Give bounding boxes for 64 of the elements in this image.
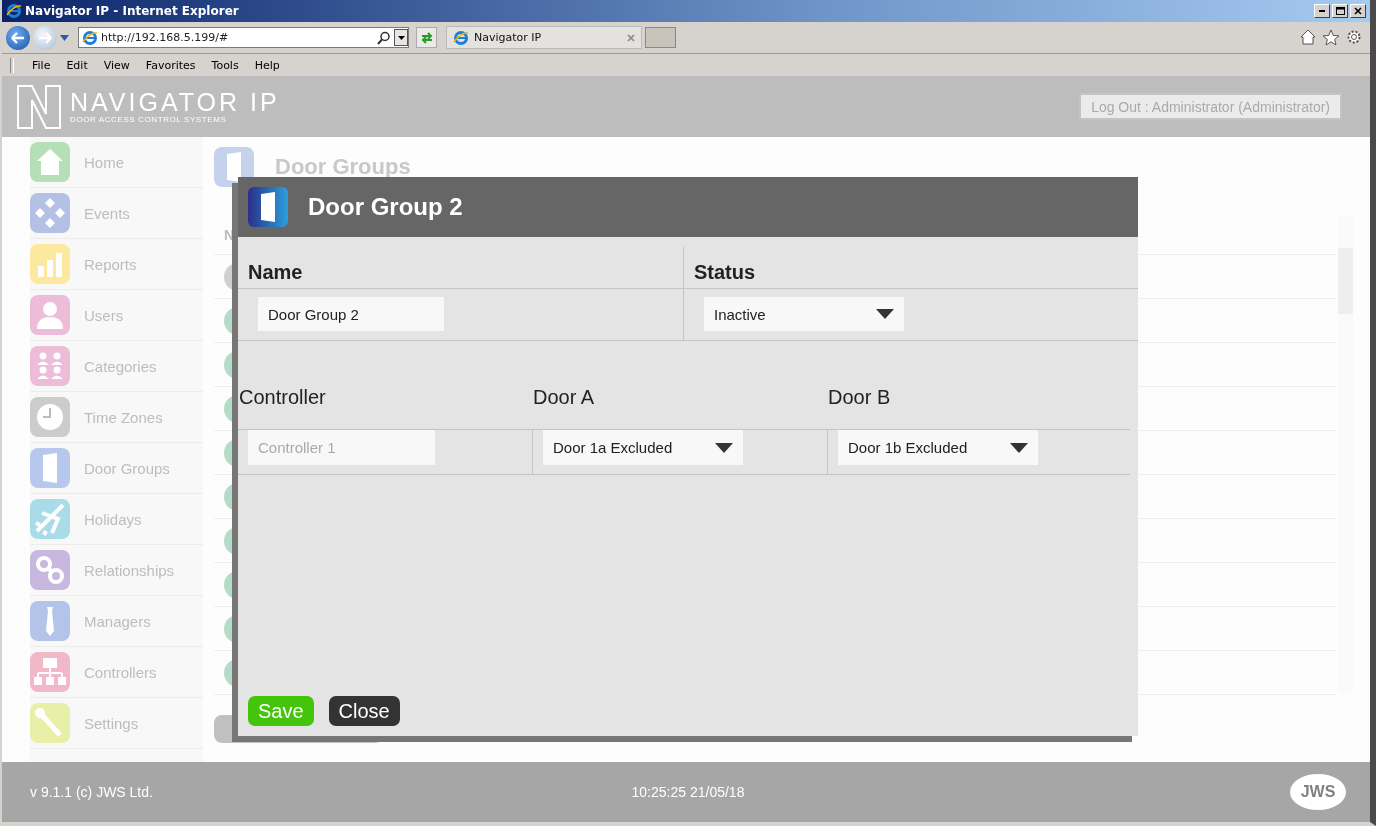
sidebar-item[interactable]: Reports [30,239,203,290]
menu-item[interactable]: Help [246,58,288,72]
close-icon [1353,6,1363,16]
refresh-button[interactable] [416,27,437,48]
menu-item[interactable]: File [24,58,59,72]
caret-down-icon [876,309,894,319]
logo-icon [16,83,62,130]
door-dropdown[interactable]: Door 1a Excluded [543,430,743,465]
browser-tab[interactable]: Navigator IP [446,26,642,49]
field-label: Status [684,260,1138,289]
minimize-button[interactable] [1314,4,1330,18]
menu-item[interactable]: Edit [58,58,96,72]
dialog-title: Door Group 2 [308,193,463,221]
back-arrow-icon [11,31,25,44]
refresh-arrows-icon [419,31,434,44]
sidebar-item[interactable]: Settings [30,698,203,749]
forward-arrow-icon [38,31,52,44]
column-header: Door B [827,386,892,410]
caret-down-icon [715,442,733,453]
browser-icon [82,29,98,46]
status-dropdown[interactable]: Inactive [704,297,904,331]
logo-title: NAVIGATOR IP [70,89,280,115]
column-header: Door A [532,386,596,410]
name-field[interactable]: Door Group 2 [258,297,444,331]
sidebar-item[interactable]: Controllers [30,647,203,698]
brand-logo: JWS [1290,774,1346,810]
clock-text: 10:25:25 21/05/18 [630,784,746,800]
window-title: Navigator IP - Internet Explorer [25,4,240,18]
settings-icon[interactable] [1346,29,1362,45]
browser-icon [6,3,22,19]
menu-item[interactable]: View [95,58,138,72]
sidebar-item[interactable]: Holidays [30,494,203,545]
address-field[interactable]: http://192.168.5.199/# [78,27,409,48]
home-icon[interactable] [1300,29,1316,45]
dropdown-button[interactable] [394,29,408,46]
close-button[interactable] [1350,4,1366,18]
menu-item[interactable]: Tools [203,58,247,72]
caret-down-icon [1010,442,1028,453]
browser-icon [453,29,469,46]
menu-item[interactable]: Favorites [137,58,204,72]
star-icon[interactable] [1322,29,1340,46]
save-button[interactable]: Save [248,696,314,726]
column-header: Controller [238,386,327,410]
sidebar-item[interactable]: Categories [30,341,203,392]
close-button[interactable]: Close [328,696,400,726]
minimize-icon [1319,10,1325,12]
maximize-button[interactable] [1332,4,1348,18]
back-button[interactable] [6,25,30,50]
caret-icon [397,35,405,40]
caret-icon[interactable] [60,34,69,41]
sidebar-item[interactable]: Users [30,290,203,341]
sidebar-item[interactable]: Home [30,137,203,188]
sidebar-item[interactable]: Door Groups [30,443,203,494]
sidebar-item[interactable]: Relationships [30,545,203,596]
search-icon[interactable] [377,30,391,45]
maximize-icon [1335,6,1345,16]
version-text: v 9.1.1 (c) JWS Ltd. [30,784,154,800]
sidebar-item[interactable]: Time Zones [30,392,203,443]
sidebar-item[interactable]: Managers [30,596,203,647]
door-dropdown[interactable]: Door 1b Excluded [838,430,1038,465]
door-icon [248,187,288,227]
sidebar-item[interactable]: Events [30,188,203,239]
close-icon[interactable] [627,33,635,42]
logout-button[interactable]: Log Out : Administrator (Administrator) [1079,93,1342,120]
